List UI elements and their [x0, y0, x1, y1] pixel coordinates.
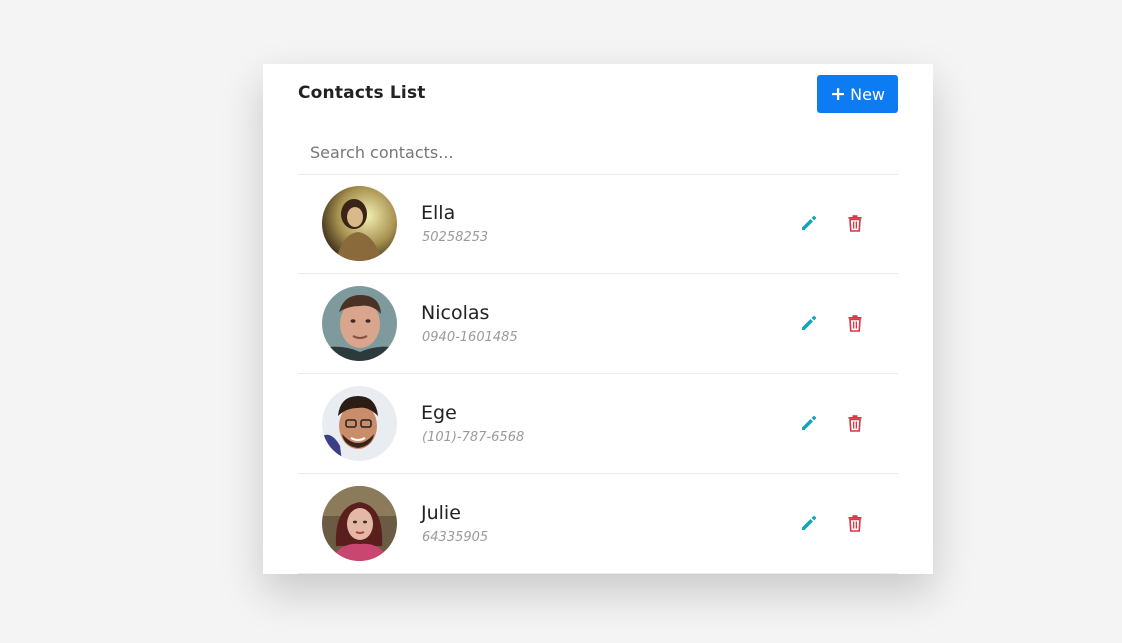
avatar	[322, 386, 397, 461]
contact-phone: 50258253	[422, 230, 489, 245]
pencil-icon[interactable]	[799, 213, 819, 233]
pencil-icon[interactable]	[799, 313, 819, 333]
contact-name: Ege	[421, 402, 457, 424]
trash-icon[interactable]	[845, 513, 865, 533]
pencil-icon[interactable]	[799, 413, 819, 433]
avatar	[322, 286, 397, 361]
avatar	[322, 486, 397, 561]
search-input[interactable]	[298, 134, 898, 170]
trash-icon[interactable]	[845, 313, 865, 333]
contact-name: Nicolas	[421, 302, 490, 324]
contact-row: Ella 50258253	[298, 174, 898, 274]
new-button-label: New	[850, 84, 885, 104]
contact-phone: 0940-1601485	[422, 330, 518, 345]
search-bar	[298, 134, 898, 175]
trash-icon[interactable]	[845, 413, 865, 433]
card-header: Contacts List + New	[298, 75, 898, 113]
trash-icon[interactable]	[845, 213, 865, 233]
contact-name: Julie	[421, 502, 461, 524]
avatar	[322, 186, 397, 261]
contact-phone: (101)-787-6568	[422, 430, 525, 445]
contacts-card: Contacts List + New Search contacts... E…	[263, 64, 933, 574]
plus-icon: +	[830, 82, 847, 105]
contact-name: Ella	[421, 202, 456, 224]
new-contact-button[interactable]: + New	[817, 75, 898, 113]
contact-row: Julie 64335905	[298, 474, 898, 574]
contact-phone: 64335905	[422, 530, 489, 545]
contact-row: Nicolas 0940-1601485	[298, 274, 898, 374]
contacts-list: Ella 50258253 Nicolas 0940-1601485 Ege (…	[298, 174, 898, 574]
contact-row: Ege (101)-787-6568	[298, 374, 898, 474]
pencil-icon[interactable]	[799, 513, 819, 533]
page-title: Contacts List	[298, 83, 426, 103]
